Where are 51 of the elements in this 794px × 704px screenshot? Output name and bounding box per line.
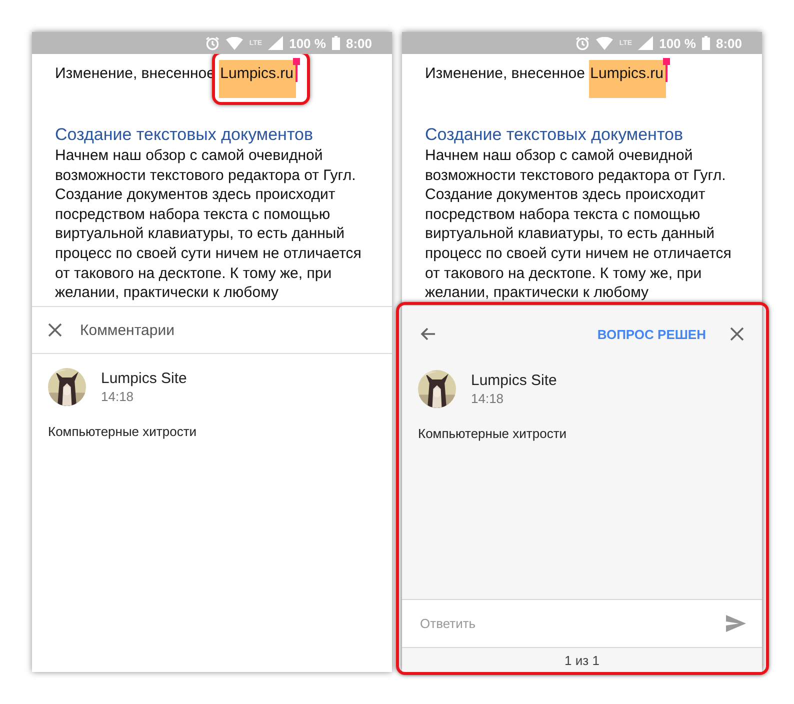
clock-time: 8:00 (346, 36, 372, 50)
battery-icon (702, 36, 710, 50)
document-text: возможности текстового редактора от Гугл. (55, 166, 357, 186)
document-text: Изменение, внесенное (55, 65, 215, 82)
document-text: процесс по своей сути ничем не отличается (55, 244, 362, 264)
send-icon[interactable] (726, 615, 746, 632)
document-text: процесс по своей сути ничем не отличается (425, 244, 732, 264)
inserted-text: Lumpics.ru (219, 60, 296, 98)
comment-author: Lumpics Site (101, 370, 187, 387)
wifi-icon (226, 36, 244, 50)
document-text: Создание документов здесь происходит (425, 185, 706, 205)
comment-time: 14:18 (471, 391, 505, 406)
reply-input[interactable]: Ответить (418, 615, 726, 632)
document-text: желании, практически к любому (55, 283, 280, 303)
document-text: желании, практически к любому (425, 283, 650, 303)
document-text: посредством набора текста с помощью (425, 204, 702, 224)
document-text: Начнем наш обзор с самой очевидной (55, 146, 324, 166)
document-text: возможности текстового редактора от Гугл. (425, 166, 727, 186)
reply-field[interactable]: Ответить (402, 599, 762, 648)
signal-icon (268, 36, 284, 50)
battery-percent: 100 % (659, 36, 696, 50)
back-arrow-icon[interactable] (420, 327, 436, 341)
comment-text: Компьютерные хитрости (418, 426, 568, 441)
alarm-icon (575, 36, 590, 50)
document-text: посредством набора текста с помощью (55, 204, 332, 224)
close-icon[interactable] (730, 327, 744, 341)
document-text: от такового на десктопе. К тому же, при (425, 264, 703, 284)
battery-icon (332, 36, 340, 50)
document-heading: Создание текстовых документов (425, 124, 684, 146)
document-text: виртуальной клавиатуры, то есть данный (425, 224, 716, 244)
document-text: виртуальной клавиатуры, то есть данный (55, 224, 346, 244)
document-heading: Создание текстовых документов (55, 124, 314, 146)
document-text: Начнем наш обзор с самой очевидной (425, 146, 694, 166)
page-counter: 1 из 1 (564, 652, 600, 670)
inserted-text: Lumpics.ru (589, 60, 666, 98)
document-text: Создание документов здесь происходит (55, 185, 336, 205)
text-cursor (292, 58, 300, 82)
document-text: Изменение, внесенное (425, 65, 585, 82)
comment-author: Lumpics Site (471, 372, 557, 389)
comment-text: Компьютерные хитрости (48, 424, 198, 439)
wifi-icon (596, 36, 614, 50)
battery-percent: 100 % (289, 36, 326, 50)
alarm-icon (205, 36, 220, 50)
resolve-button[interactable]: ВОПРОС РЕШЕН (597, 322, 706, 346)
clock-time: 8:00 (716, 36, 742, 50)
text-cursor (662, 58, 670, 82)
comment-time: 14:18 (101, 389, 135, 404)
close-icon[interactable] (48, 323, 62, 337)
document-text: от такового на десктопе. К тому же, при (55, 264, 333, 284)
signal-icon (638, 36, 654, 50)
panel-title: Комментарии (80, 322, 174, 338)
